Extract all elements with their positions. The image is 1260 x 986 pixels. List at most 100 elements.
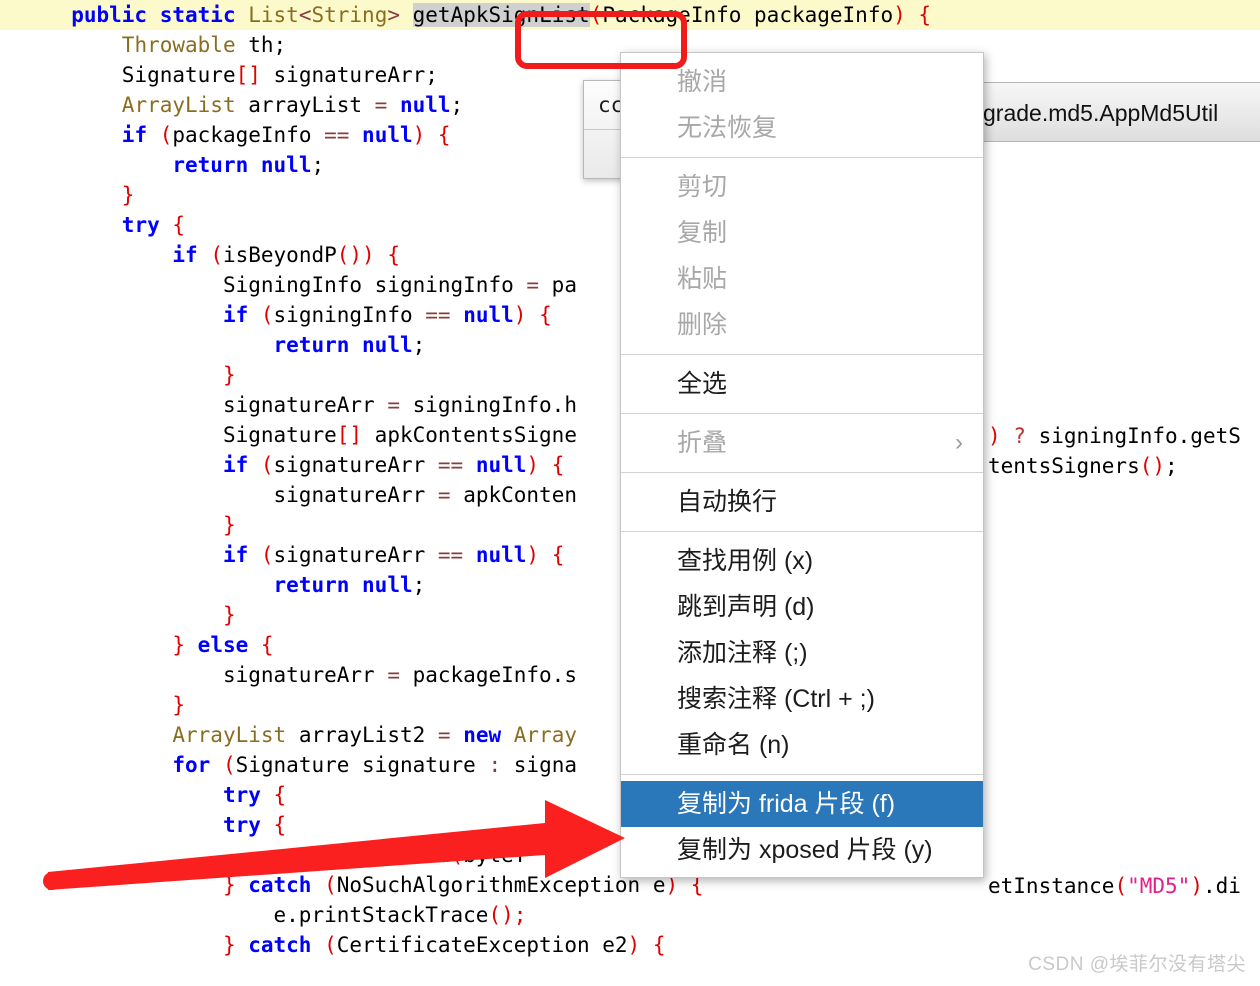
csdn-watermark: CSDN @埃菲尔没有塔尖 (1028, 954, 1246, 975)
menu-item-enabled[interactable]: 重命名 (n) (621, 722, 983, 768)
code-token: signatureArr (222, 393, 388, 417)
code-token: null (475, 453, 527, 477)
code-token: Array (513, 723, 577, 747)
menu-separator (621, 774, 983, 775)
code-fragment-right: ) ? signingInfo.getS (988, 421, 1241, 451)
code-token: ; (412, 333, 426, 357)
code-token: null (362, 123, 413, 147)
menu-item-enabled[interactable]: 跳到声明 (d) (621, 584, 983, 630)
code-token: } (121, 183, 135, 207)
code-token: try (222, 783, 274, 807)
code-token: } (222, 513, 236, 537)
code-token: } (222, 873, 249, 897)
code-token: signingInfo.getS (1038, 424, 1241, 448)
code-token: ( (1114, 874, 1128, 898)
menu-item-disabled: 删除 (621, 302, 983, 348)
code-fragment-right: etInstance("MD5").di (988, 871, 1241, 901)
code-token: String (311, 3, 388, 27)
menu-item-disabled: 无法恢复 (621, 105, 983, 151)
code-token: ( (260, 453, 274, 477)
code-token: try (222, 813, 274, 837)
menu-item-enabled[interactable]: 全选 (621, 361, 983, 407)
code-token: signingInfo (273, 303, 426, 327)
breadcrumb-class-path[interactable]: grade.md5.AppMd5Util (977, 82, 1260, 142)
code-token: e.printStackTrace (273, 903, 489, 927)
menu-item-enabled[interactable]: 复制为 xposed 片段 (y) (621, 827, 983, 873)
code-token: packageInfo.s (412, 663, 577, 687)
code-token: ( (210, 243, 223, 267)
menu-item-enabled[interactable]: 查找用例 (x) (621, 538, 983, 584)
menu-item-enabled[interactable]: 添加注释 (;) (621, 630, 983, 676)
chevron-right-icon: › (955, 429, 963, 456)
code-token: arrayList2.add (273, 843, 451, 867)
menu-item-label: 剪切 (677, 173, 728, 201)
code-token: { (273, 813, 287, 837)
code-token: catch (248, 873, 325, 897)
menu-item-label: 跳到声明 (d) (677, 593, 815, 621)
code-token: signatureArr; (260, 63, 438, 87)
menu-item-enabled[interactable]: 搜索注释 (Ctrl + ;) (621, 676, 983, 722)
code-token: ) (627, 933, 641, 957)
code-token: signatureArr (273, 543, 438, 567)
code-token: th; (248, 33, 287, 57)
code-token: ( (324, 933, 337, 957)
code-token: { (526, 303, 552, 327)
menu-item-enabled[interactable]: 自动换行 (621, 479, 983, 525)
code-token: getApkSignList (412, 3, 590, 27)
code-token: () (1139, 454, 1166, 478)
code-token: { (905, 3, 932, 27)
menu-item-disabled: 复制 (621, 210, 983, 256)
code-token: .di (1202, 874, 1241, 898)
code-token: { (425, 123, 451, 147)
code-token: else (197, 633, 261, 657)
code-token: ) (1190, 874, 1203, 898)
menu-item-label: 复制为 xposed 片段 (y) (677, 836, 933, 864)
code-token: ) (893, 3, 906, 27)
code-token: signatureArr (222, 663, 388, 687)
code-token: isBeyondP (222, 243, 337, 267)
code-token: ArrayList (172, 723, 299, 747)
code-token: ) (412, 123, 426, 147)
code-token: Signature (121, 63, 236, 87)
code-token: null (362, 333, 413, 357)
code-token: } (222, 603, 236, 627)
code-token: ; (1165, 454, 1178, 478)
code-token: return (273, 573, 363, 597)
code-token: ) (513, 303, 527, 327)
code-token: ; (450, 93, 464, 117)
code-token: = (374, 93, 400, 117)
code-token: Signature signature (235, 753, 489, 777)
context-menu[interactable]: 撤消 无法恢复剪切复制粘贴删除全选折叠 › 自动换行查找用例 (x) 跳到声明 (d) 添… (620, 52, 984, 878)
code-token: if (121, 123, 160, 147)
code-token: ( (260, 303, 274, 327)
code-token: } (222, 363, 236, 387)
menu-item-selected[interactable]: 复制为 frida 片段 (f) (621, 781, 983, 827)
code-token: if (172, 243, 211, 267)
code-token: ( (260, 543, 274, 567)
code-token: return (172, 153, 261, 177)
code-fragment-right: tentsSigners(); (988, 451, 1178, 481)
code-token: ) (526, 453, 540, 477)
code-token: "MD5" (1127, 874, 1191, 898)
menu-separator (621, 472, 983, 473)
code-token: for (172, 753, 223, 777)
code-token: null (362, 573, 413, 597)
menu-item-label: 折叠 (677, 429, 728, 457)
code-token: = (437, 483, 464, 507)
menu-item-label: 粘贴 (677, 265, 728, 293)
code-token: CertificateException e2 (336, 933, 628, 957)
code-token: apkContentsSigne (362, 423, 577, 447)
menu-item-disabled: 撤消 (621, 59, 983, 105)
